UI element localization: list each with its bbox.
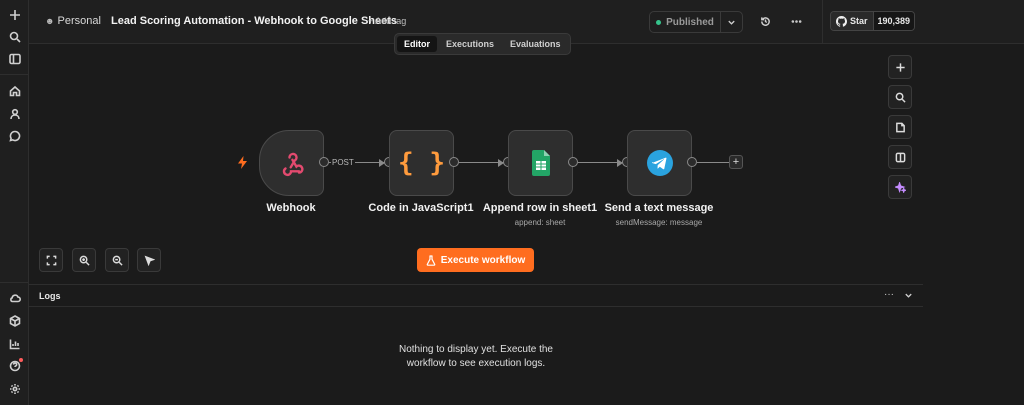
project-breadcrumb[interactable]: ☻ Personal — [45, 15, 101, 27]
output-port[interactable] — [687, 157, 697, 167]
insights-chart-icon[interactable] — [7, 336, 22, 351]
search-icon — [895, 92, 906, 103]
github-icon — [836, 15, 847, 27]
github-star-button[interactable]: Star 190,389 — [830, 11, 915, 31]
settings-gear-icon[interactable] — [7, 381, 22, 396]
logs-more-icon[interactable]: ··· — [884, 289, 894, 300]
add-icon[interactable] — [7, 7, 22, 22]
webhook-icon — [282, 152, 303, 177]
user-icon[interactable] — [7, 106, 22, 121]
trigger-bolt-icon — [238, 156, 247, 169]
add-next-node-button[interactable]: + — [729, 155, 743, 169]
node-label: Code in JavaScript1 — [368, 202, 474, 214]
workflow-title[interactable]: Lead Scoring Automation - Webhook to Goo… — [111, 15, 397, 27]
github-star-count: 190,389 — [873, 12, 914, 30]
logs-title: Logs — [39, 291, 61, 301]
plus-icon: + — [732, 155, 740, 168]
fullscreen-icon — [46, 255, 56, 265]
execute-workflow-button[interactable]: Execute workflow — [417, 248, 534, 272]
tab-editor[interactable]: Editor — [397, 36, 437, 52]
chevron-down-icon — [728, 20, 735, 25]
add-node-button[interactable] — [888, 55, 912, 79]
cloud-icon[interactable] — [7, 290, 22, 305]
connection-label: POST — [331, 158, 355, 167]
user-small-icon: ☻ — [45, 16, 55, 26]
node-code-javascript[interactable]: { } — [389, 130, 454, 196]
tab-executions[interactable]: Executions — [439, 36, 501, 52]
node-subtitle: append: sheet — [514, 218, 566, 227]
left-sidebar — [0, 0, 29, 405]
toggle-panel-button[interactable] — [888, 145, 912, 169]
published-status-button[interactable]: Published — [650, 12, 720, 32]
panel-icon — [895, 152, 905, 162]
logs-panel: Logs ··· Nothing to display yet. Execute… — [29, 284, 923, 405]
history-icon[interactable] — [758, 14, 773, 29]
output-port[interactable] — [568, 157, 578, 167]
right-area — [923, 44, 1024, 405]
published-status-dot — [656, 19, 662, 25]
note-icon — [895, 122, 905, 132]
chevron-down-icon[interactable] — [904, 291, 913, 300]
plus-icon — [895, 62, 905, 72]
logs-empty-message: Nothing to display yet. Execute the work… — [399, 344, 553, 369]
publish-control: Published — [649, 11, 743, 33]
panel-toggle-icon[interactable] — [7, 51, 22, 66]
node-label: Webhook — [266, 202, 316, 214]
output-port[interactable] — [319, 157, 329, 167]
connection-line — [697, 162, 729, 163]
search-nodes-button[interactable] — [888, 85, 912, 109]
zoom-in-button[interactable] — [72, 248, 96, 272]
sticky-note-button[interactable] — [888, 115, 912, 139]
cursor-icon — [144, 255, 155, 266]
view-tabs: Editor Executions Evaluations — [394, 33, 571, 55]
node-label: Send a text message — [604, 202, 714, 214]
output-port[interactable] — [449, 157, 459, 167]
chat-icon[interactable] — [7, 128, 22, 143]
zoom-out-icon — [112, 255, 123, 266]
sparkle-icon — [894, 181, 906, 193]
add-tag-button[interactable]: + Add tag — [368, 16, 406, 26]
logs-header[interactable]: Logs ··· — [29, 285, 923, 307]
node-subtitle: sendMessage: message — [615, 218, 703, 227]
connection-line — [578, 162, 622, 163]
node-send-text-message[interactable] — [627, 130, 692, 196]
notification-dot — [19, 358, 23, 362]
home-icon[interactable] — [7, 83, 22, 98]
connection-line — [459, 162, 503, 163]
fit-view-button[interactable] — [39, 248, 63, 272]
telegram-icon — [646, 150, 673, 176]
ai-assistant-button[interactable] — [888, 175, 912, 199]
google-sheets-icon — [531, 150, 550, 176]
publish-dropdown-button[interactable] — [720, 12, 742, 32]
node-label: Append row in sheet1 — [482, 202, 598, 214]
tab-evaluations[interactable]: Evaluations — [503, 36, 568, 52]
code-braces-icon: { } — [398, 148, 445, 178]
search-icon[interactable] — [7, 29, 22, 44]
node-append-row-sheet[interactable] — [508, 130, 573, 196]
zoom-out-button[interactable] — [105, 248, 129, 272]
node-webhook[interactable] — [259, 130, 324, 196]
templates-icon[interactable] — [7, 313, 22, 328]
tidy-up-button[interactable] — [137, 248, 161, 272]
more-options-icon[interactable] — [789, 14, 804, 29]
zoom-in-icon — [79, 255, 90, 266]
flask-icon — [426, 254, 436, 266]
